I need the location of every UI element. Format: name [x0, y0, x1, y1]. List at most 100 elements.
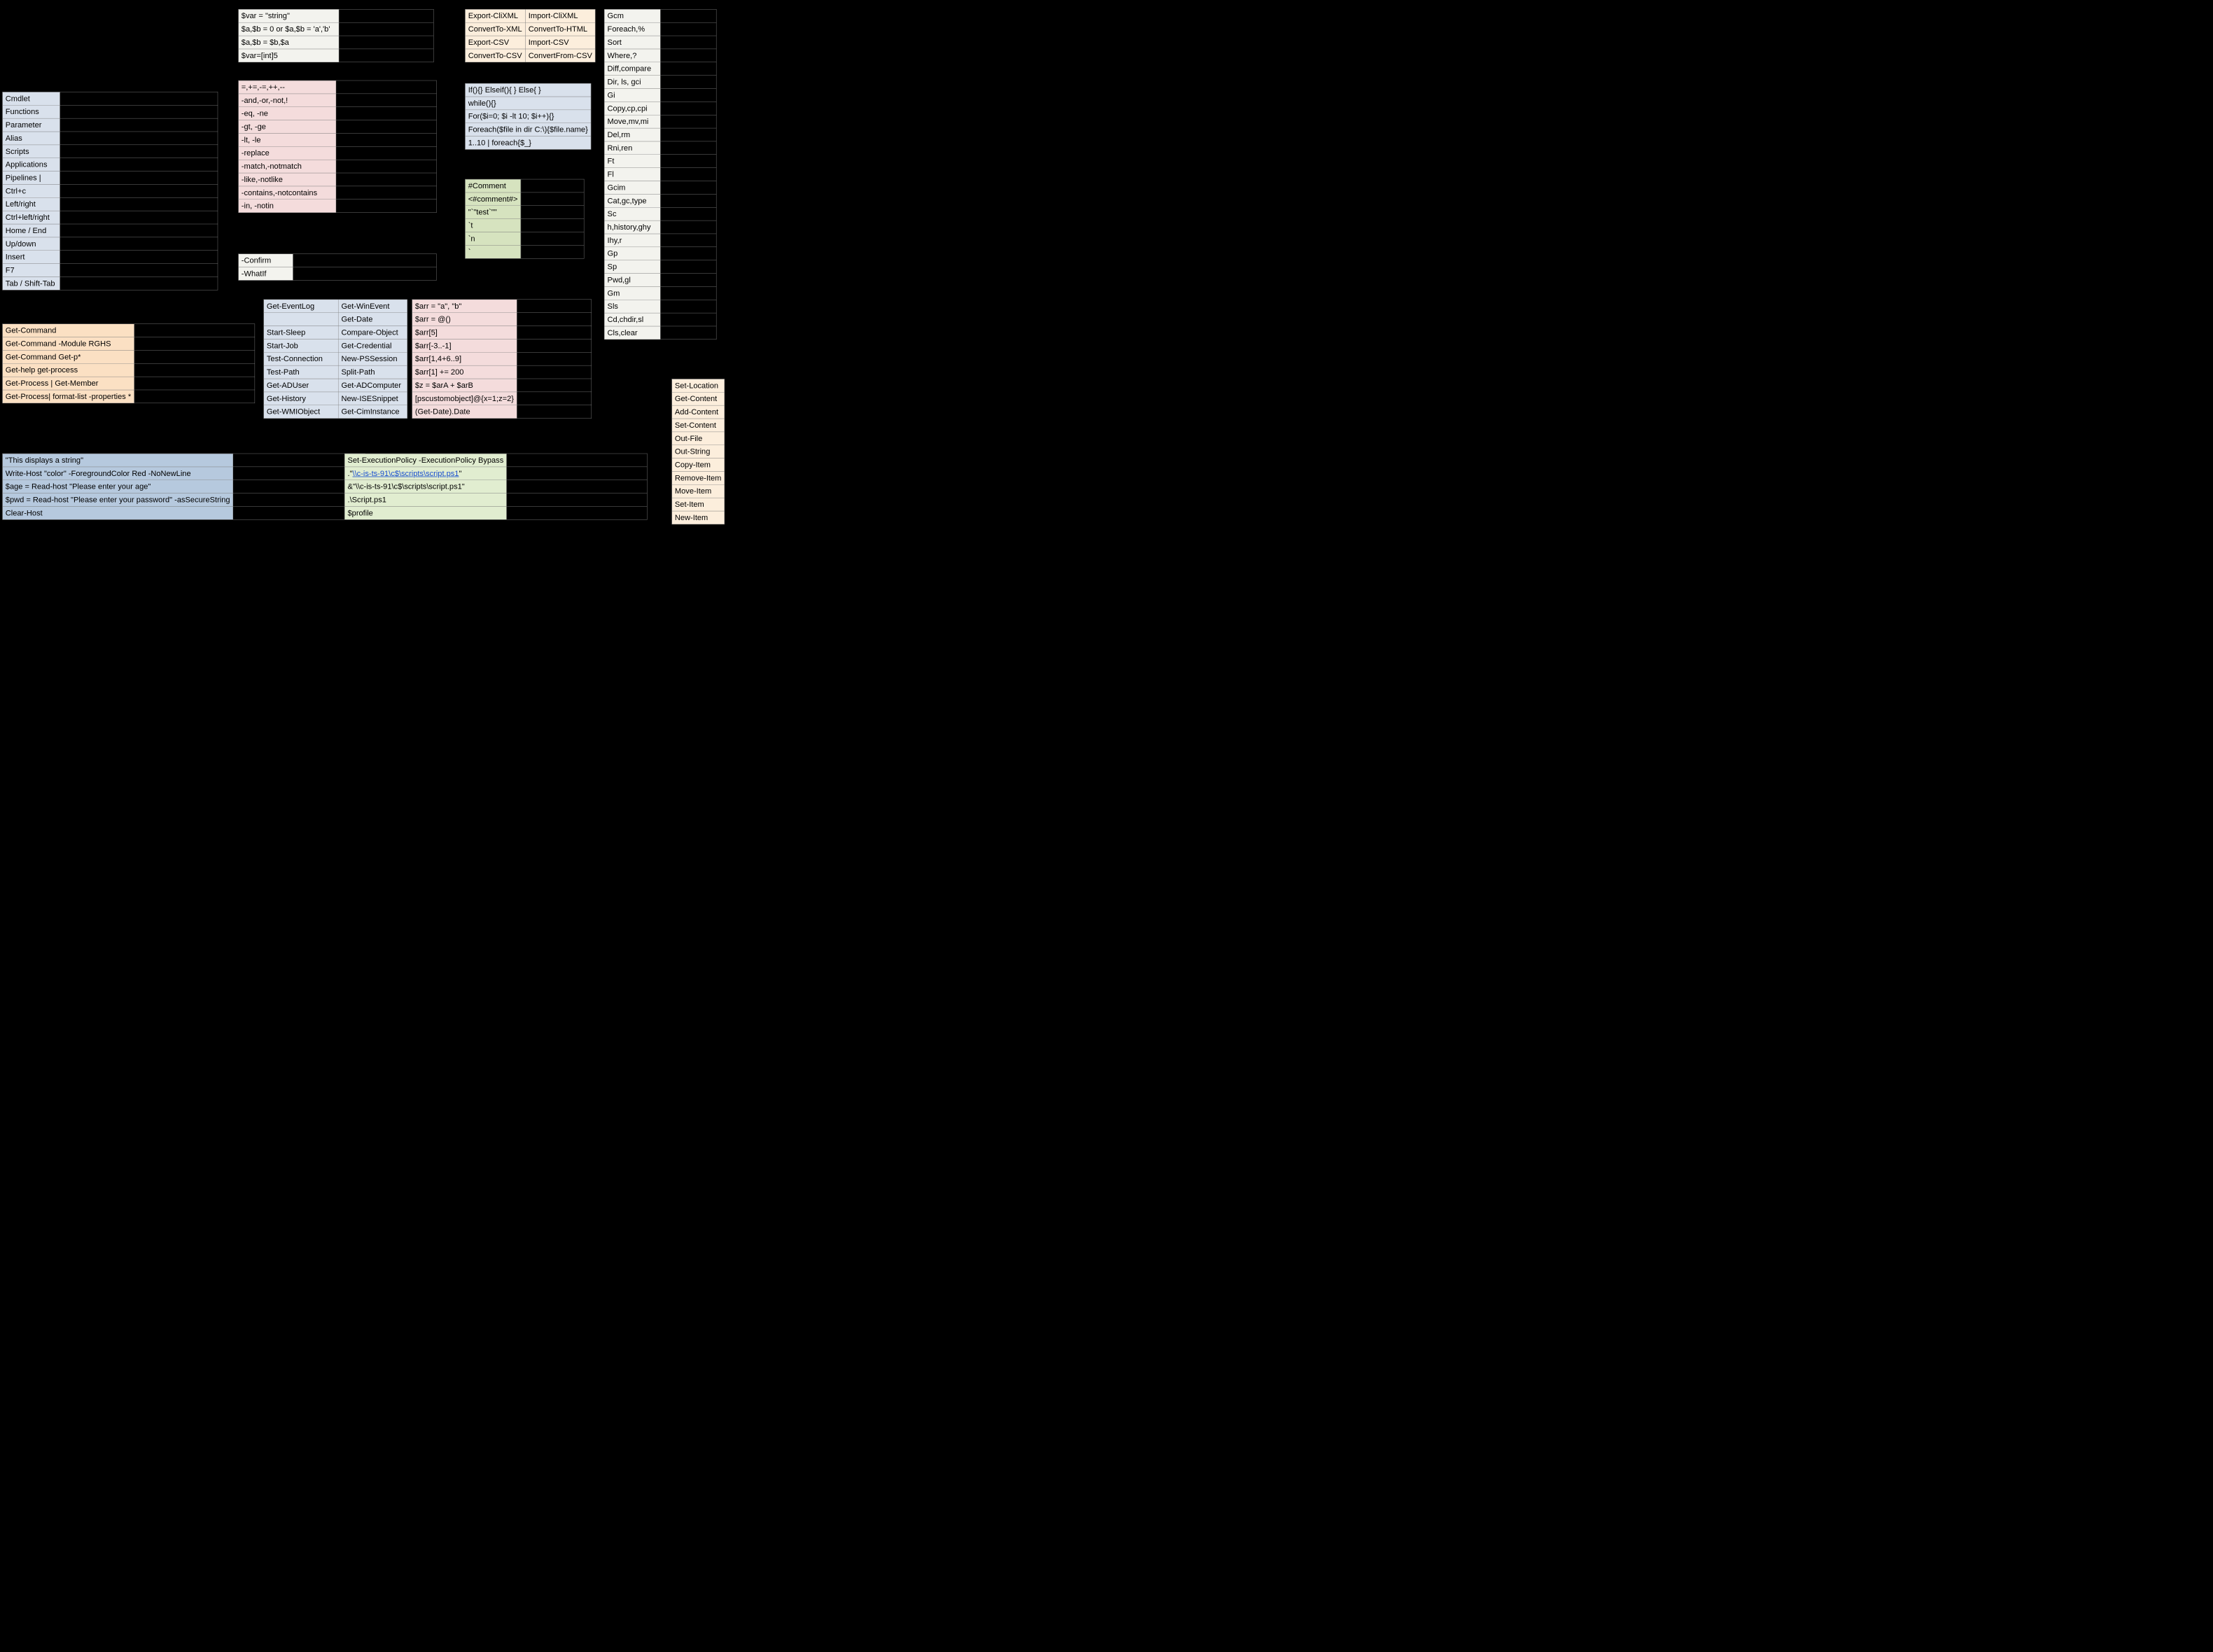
cell-t10-0-1 [521, 179, 584, 192]
cell-t14-4-0: $profile [344, 506, 506, 519]
cell-t14-3-1 [507, 493, 648, 507]
cell-t8-2-1: Import-CSV [526, 36, 596, 49]
cell-t10-1-0: <#comment#> [465, 192, 520, 206]
cell-t11-18-0: Gp [604, 247, 660, 260]
cell-t3-3-0: $var=[int]5 [239, 49, 340, 62]
cell-t1-8-0: Left/right [2, 197, 60, 211]
cell-t10-3-0: `t [465, 219, 520, 232]
cell-t11-8-0: Move,mv,mi [604, 115, 660, 128]
cell-t2-2-1 [134, 350, 255, 363]
script-path-link[interactable]: \\c-is-ts-91\c$\scripts\script.ps1 [353, 469, 459, 477]
cell-t8-1-1: ConvertTo-HTML [526, 22, 596, 36]
cell-t9-4-0: 1..10 | foreach{$_} [465, 136, 591, 150]
cell-t4-9-0: -in, -notin [239, 200, 336, 213]
cell-t10-2-0: "`"test`"" [465, 206, 520, 219]
cell-t11-19-0: Sp [604, 260, 660, 274]
cell-t1-0-0: Cmdlet [2, 92, 60, 105]
cell-t7-8-0: (Get-Date).Date [412, 405, 517, 419]
cell-t11-22-1 [660, 300, 716, 313]
cell-t7-2-0: $arr[5] [412, 326, 517, 340]
cell-t11-21-1 [660, 286, 716, 300]
cell-t7-5-1 [517, 365, 592, 379]
cell-t6-1-0 [264, 313, 339, 326]
cell-t7-0-0: $arr = "a", "b" [412, 300, 517, 313]
cell-t11-7-0: Copy,cp,cpi [604, 102, 660, 115]
cell-t13-1-0: Write-Host "color" -ForegroundColor Red … [2, 467, 232, 480]
cell-t5-0-1 [293, 254, 436, 267]
cell-t1-9-0: Ctrl+left/right [2, 211, 60, 224]
cell-t4-4-0: -lt, -le [239, 133, 336, 146]
cell-t11-5-0: Dir, ls, gci [604, 76, 660, 89]
cell-t7-5-0: $arr[1] += 200 [412, 365, 517, 379]
cell-t3-3-1 [339, 49, 433, 62]
cell-t10-1-1 [521, 192, 584, 206]
cell-t11-0-1 [660, 9, 716, 22]
cell-t11-1-0: Foreach,% [604, 22, 660, 36]
cell-t4-6-1 [336, 160, 436, 173]
cell-t1-10-1 [60, 224, 217, 237]
cell-t7-8-1 [517, 405, 592, 419]
cell-t11-4-1 [660, 62, 716, 76]
cell-t3-1-1 [339, 22, 433, 36]
cell-t11-4-0: Diff,compare [604, 62, 660, 76]
cell-t11-14-0: Cat,gc,type [604, 194, 660, 207]
cell-t11-20-0: Pwd,gl [604, 274, 660, 287]
cell-t11-3-0: Where,? [604, 49, 660, 62]
cell-t11-12-1 [660, 168, 716, 181]
cell-t2-3-1 [134, 363, 255, 377]
cell-t6-2-1: Compare-Object [338, 326, 407, 340]
cell-t5-1-1 [293, 267, 436, 281]
cell-t11-0-0: Gcm [604, 9, 660, 22]
cell-t12-4-0: Out-File [672, 432, 725, 445]
cell-t12-7-0: Remove-Item [672, 471, 725, 484]
cell-t4-0-1 [336, 80, 436, 94]
cell-t11-19-1 [660, 260, 716, 274]
cell-t10-5-0: ` [465, 245, 520, 258]
cell-t14-3-0: .\Script.ps1 [344, 493, 506, 507]
cell-t2-0-1 [134, 324, 255, 337]
cell-t14-4-1 [507, 506, 648, 519]
cell-t11-12-0: Fl [604, 168, 660, 181]
cell-t2-4-1 [134, 377, 255, 390]
cell-t9-0-0: If(){} Elseif(){ } Else{ } [465, 83, 591, 97]
cell-t9-2-0: For($i=0; $i -lt 10; $i++){} [465, 110, 591, 123]
cell-t10-5-1 [521, 245, 584, 258]
cell-t11-6-0: Gi [604, 88, 660, 102]
cell-t1-12-0: Insert [2, 251, 60, 264]
cell-t8-1-0: ConvertTo-XML [465, 22, 525, 36]
cell-t7-1-0: $arr = @() [412, 313, 517, 326]
cell-t2-3-0: Get-help get-process [2, 363, 134, 377]
cell-t5-1-0: -WhatIf [239, 267, 293, 281]
cell-t1-1-1 [60, 105, 217, 118]
cell-t8-0-0: Export-CliXML [465, 9, 525, 22]
cell-t13-2-0: $age = Read-host "Please enter your age" [2, 480, 232, 493]
cell-t4-3-0: -gt, -ge [239, 120, 336, 134]
cell-t12-6-0: Copy-Item [672, 458, 725, 472]
cell-t6-8-0: Get-WMIObject [264, 405, 339, 419]
cell-t1-8-1 [60, 197, 217, 211]
cell-t3-0-1 [339, 9, 433, 22]
cell-t2-5-0: Get-Process| format-list -properties * [2, 390, 134, 403]
cell-t14-1-0: ."\\c-is-ts-91\c$\scripts\script.ps1" [344, 467, 506, 480]
cell-t9-1-0: while(){} [465, 97, 591, 110]
cell-t11-8-1 [660, 115, 716, 128]
cell-t11-15-1 [660, 207, 716, 220]
cell-t11-24-0: Cls,clear [604, 326, 660, 340]
cell-t8-2-0: Export-CSV [465, 36, 525, 49]
cell-t11-11-0: Ft [604, 155, 660, 168]
cell-t11-21-0: Gm [604, 286, 660, 300]
cell-t11-2-1 [660, 36, 716, 49]
cell-t3-1-0: $a,$b = 0 or $a,$b = 'a','b' [239, 22, 340, 36]
cell-t4-4-1 [336, 133, 436, 146]
cell-t11-2-0: Sort [604, 36, 660, 49]
cell-t6-7-0: Get-History [264, 392, 339, 405]
cell-t11-23-1 [660, 313, 716, 326]
cell-t2-1-1 [134, 337, 255, 351]
cell-t14-2-1 [507, 480, 648, 493]
cell-t1-12-1 [60, 251, 217, 264]
cell-t12-2-0: Add-Content [672, 405, 725, 419]
cell-t7-3-1 [517, 339, 592, 352]
cell-t12-1-0: Get-Content [672, 392, 725, 405]
cell-t10-4-0: `n [465, 232, 520, 245]
cell-t11-16-0: h,history,ghy [604, 220, 660, 234]
